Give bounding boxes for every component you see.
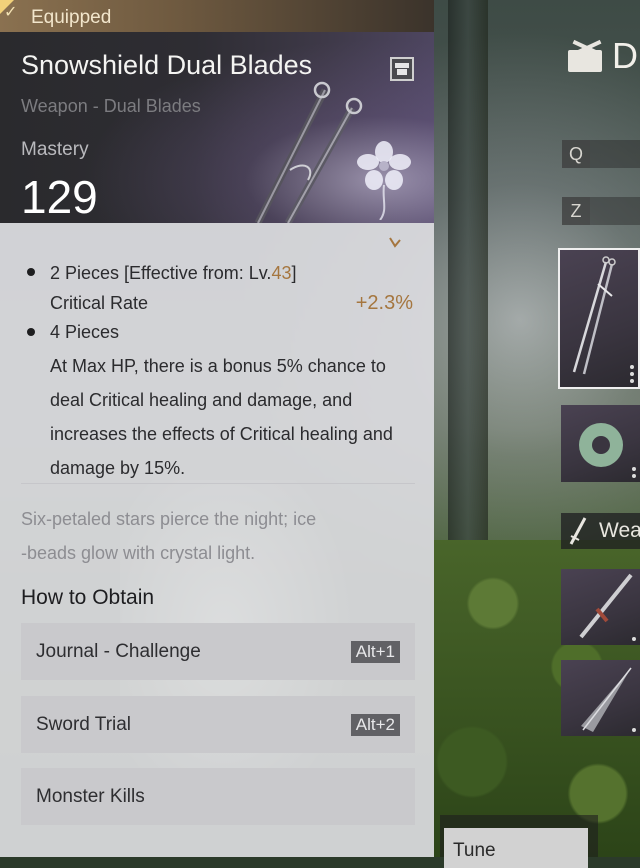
- two-piece-bonus: 2 Pieces [Effective from: Lv.43]: [50, 263, 297, 283]
- chest-icon[interactable]: [390, 57, 414, 81]
- obtain-source-label: Journal - Challenge: [36, 641, 201, 662]
- four-piece-description: At Max HP, there is a bonus 5% chance to…: [50, 356, 393, 478]
- obtain-source-sword-trial[interactable]: Sword Trial Alt+2: [21, 696, 415, 753]
- crossed-swords-emblem-icon: [566, 36, 606, 76]
- divider: [21, 483, 415, 484]
- key-row-q: [590, 140, 640, 168]
- tune-button[interactable]: Tune: [444, 828, 588, 868]
- umbrella-weapon-icon: [581, 667, 632, 732]
- flavor-text: Six-petaled stars pierce the night; ice …: [21, 502, 411, 570]
- tooltip-header: ✓ Equipped Snowshield Dual Blades Weapon…: [0, 0, 434, 223]
- hotkey-badge: Alt+2: [350, 714, 400, 736]
- weapon-option-slot-1[interactable]: [561, 569, 640, 645]
- snowflower-emblem-icon: [357, 141, 411, 220]
- obtain-source-journal-challenge[interactable]: Journal - Challenge Alt+1: [21, 623, 415, 680]
- accessory-slot-ring[interactable]: [561, 405, 640, 482]
- item-type: Weapon - Dual Blades: [21, 96, 201, 116]
- hotkey-badge: Alt+1: [350, 641, 400, 663]
- item-name: Snowshield Dual Blades: [21, 50, 313, 80]
- four-piece-label: 4 Pieces: [50, 322, 120, 342]
- equipped-check-icon: ✓: [4, 4, 18, 21]
- panel-title-text: D: [612, 35, 638, 76]
- weapon-slot-dual-blades[interactable]: [558, 248, 640, 389]
- equipped-label: Equipped: [31, 7, 112, 28]
- mastery-value: 129: [21, 171, 98, 223]
- more-options-icon[interactable]: [632, 637, 636, 641]
- how-to-obtain-title: How to Obtain: [21, 586, 155, 609]
- tree-trunk: [448, 0, 488, 540]
- mastery-label: Mastery: [21, 139, 89, 160]
- obtain-source-label: Monster Kills: [36, 786, 145, 807]
- stat-value: +2.3%: [355, 292, 413, 314]
- sword-icon: [567, 516, 589, 546]
- equipped-banner: ✓ Equipped: [0, 0, 434, 32]
- stat-name: Critical Rate: [50, 293, 149, 313]
- flavor-text-line-1: Six-petaled stars pierce the night; ice: [21, 509, 317, 529]
- sword-icon: [579, 573, 633, 639]
- flavor-text-line-2: -beads glow with crystal light.: [21, 543, 256, 563]
- key-hint-z[interactable]: Z: [562, 197, 590, 225]
- dual-blades-icon: [572, 256, 616, 375]
- weapon-section-header: Wea: [561, 513, 640, 549]
- more-options-icon[interactable]: [630, 362, 634, 383]
- bullet-icon: [27, 268, 35, 276]
- more-options-icon[interactable]: [632, 728, 636, 732]
- more-options-icon[interactable]: [632, 464, 636, 478]
- obtain-source-monster-kills[interactable]: Monster Kills: [21, 768, 415, 825]
- key-row-z: [590, 197, 640, 225]
- section-label: Wea: [599, 519, 640, 542]
- item-tooltip-card: ✓ Equipped Snowshield Dual Blades Weapon…: [0, 0, 434, 857]
- cut-off-text: [21, 228, 421, 244]
- weapon-option-slot-2[interactable]: [561, 660, 640, 736]
- required-level: 43: [271, 263, 292, 283]
- panel-title: D: [566, 34, 638, 78]
- obtain-source-label: Sword Trial: [36, 714, 132, 735]
- jade-ring-icon: [579, 423, 623, 467]
- corner-flourish-icon: [389, 237, 401, 248]
- bullet-icon: [27, 328, 35, 336]
- key-hint-q[interactable]: Q: [562, 140, 590, 168]
